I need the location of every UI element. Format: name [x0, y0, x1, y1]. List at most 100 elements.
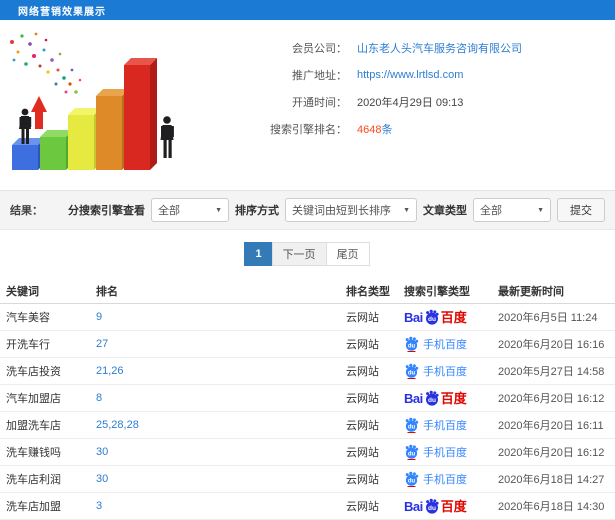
table-row: 开洗车行 27 云网站 Bai du 百度: [0, 331, 615, 358]
promo-url-link[interactable]: https://www.lrtlsd.com: [357, 69, 463, 81]
table-row: 洗车店投资 21,26 云网站 Bai du 百度: [0, 358, 615, 385]
mobile-baidu-paw-icon: du: [404, 336, 419, 352]
member-company-link[interactable]: 山东老人头汽车服务咨询有限公司: [357, 40, 522, 56]
engine-cell: Bai du 百度: [404, 417, 498, 433]
submit-button[interactable]: 提交: [557, 198, 605, 222]
mobile-baidu-text: 手机百度: [423, 366, 467, 378]
mobile-baidu-text: 手机百度: [423, 420, 467, 432]
keyword-cell: 开洗车行: [6, 339, 50, 351]
engine-cell: Bai du 百度: [404, 309, 498, 325]
mobile-baidu-paw-icon: du: [404, 417, 419, 433]
svg-text:du: du: [408, 343, 416, 349]
table-row: 加盟洗车店 25,28,28 云网站 Bai du 百度: [0, 412, 615, 439]
baidu-cn-text: 百度: [440, 390, 467, 406]
article-type-label: 文章类型: [423, 205, 467, 217]
mobile-baidu-paw-icon: du: [404, 363, 419, 379]
last-page-button[interactable]: 尾页: [325, 242, 370, 266]
rank-cell: 27: [96, 338, 109, 350]
rank-type-cell: 云网站: [346, 474, 379, 486]
mobile-baidu-paw-icon: du: [404, 444, 419, 460]
keyword-cell: 加盟洗车店: [6, 420, 61, 432]
sort-filter-label: 排序方式: [235, 205, 279, 217]
engine-rank-value: 4648条: [357, 121, 392, 137]
baidu-bai-text: Bai: [404, 390, 423, 406]
open-time-value: 2020年4月29日 09:13: [357, 96, 464, 109]
page-button-current[interactable]: 1: [244, 242, 273, 266]
engine-filter-label: 分搜索引擎查看: [68, 205, 145, 217]
header-engine-type: 搜索引擎类型: [404, 285, 470, 298]
result-label: 结果：: [10, 205, 43, 217]
keyword-cell: 洗车店加盟: [6, 501, 61, 513]
baidu-paw-icon: du: [424, 390, 440, 406]
keyword-cell: 洗车店利润: [6, 474, 61, 486]
bar-chart-illustration: [0, 20, 182, 188]
engine-rank-label: 搜索引擎排名：: [270, 123, 347, 136]
rank-cell: 30: [96, 473, 109, 485]
table-body: 汽车美容 9 云网站 Bai du 百度 2020年6月5日 11:24 开洗车…: [0, 304, 615, 520]
next-page-button[interactable]: 下一页: [271, 242, 327, 266]
rank-cell: 21,26: [96, 365, 124, 377]
keyword-cell: 汽车美容: [6, 312, 50, 324]
update-time-cell: 2020年6月20日 16:16: [498, 339, 605, 351]
engine-cell: Bai du 百度: [404, 471, 498, 487]
up-arrow-icon: [31, 96, 47, 129]
baidu-cn-text: 百度: [440, 309, 467, 325]
rank-cell: 25,28,28: [96, 419, 139, 431]
baidu-cn-text: 百度: [440, 498, 467, 514]
article-type-value: 全部: [480, 205, 502, 217]
update-time-cell: 2020年6月20日 16:12: [498, 447, 605, 459]
article-type-select[interactable]: 全部 ▼: [473, 198, 551, 222]
table-row: 汽车美容 9 云网站 Bai du 百度 2020年6月5日 11:24: [0, 304, 615, 331]
header-rank-type: 排名类型: [346, 285, 390, 298]
rank-cell: 30: [96, 446, 109, 458]
chevron-down-icon: ▼: [215, 206, 222, 214]
rank-cell: 8: [96, 392, 103, 404]
results-table: 关键词 排名 排名类型 搜索引擎类型 最新更新时间 汽车美容 9 云网站 Bai…: [0, 278, 615, 520]
update-time-cell: 2020年6月5日 11:24: [498, 312, 598, 324]
rank-type-cell: 云网站: [346, 312, 379, 324]
svg-text:du: du: [428, 316, 436, 323]
update-time-cell: 2020年6月20日 16:12: [498, 393, 605, 405]
rank-type-cell: 云网站: [346, 501, 379, 513]
company-info: 会员公司： 山东老人头汽车服务咨询有限公司 推广地址： https://www.…: [182, 20, 615, 190]
rank-type-cell: 云网站: [346, 393, 379, 405]
promo-url-row: 推广地址： https://www.lrtlsd.com: [182, 61, 615, 88]
baidu-bai-text: Bai: [404, 309, 423, 325]
confetti-dots: [10, 32, 82, 94]
keyword-cell: 洗车赚钱吗: [6, 447, 61, 459]
promo-url-label: 推广地址：: [292, 69, 347, 82]
rank-cell: 3: [96, 500, 103, 512]
sort-select[interactable]: 关键词由短到长排序 ▼: [285, 198, 417, 222]
engine-cell: Bai du 百度: [404, 390, 498, 406]
mobile-baidu-logo: du 手机百度: [404, 336, 498, 352]
svg-text:du: du: [428, 397, 436, 404]
businessman-right: [160, 116, 174, 158]
rank-type-cell: 云网站: [346, 366, 379, 378]
table-row: 洗车赚钱吗 30 云网站 Bai du 百度: [0, 439, 615, 466]
table-row: 洗车店利润 30 云网站 Bai du 百度: [0, 466, 615, 493]
engine-cell: Bai du 百度: [404, 498, 498, 514]
update-time-cell: 2020年6月20日 16:11: [498, 420, 604, 432]
engine-cell: Bai du 百度: [404, 444, 498, 460]
svg-text:du: du: [408, 451, 416, 457]
rank-cell: 9: [96, 311, 103, 323]
mobile-baidu-logo: du 手机百度: [404, 471, 498, 487]
filter-controls: 分搜索引擎查看 全部 ▼ 排序方式 关键词由短到长排序 ▼ 文章类型 全部 ▼ …: [68, 198, 605, 222]
open-time-label: 开通时间：: [292, 96, 347, 109]
pagination: 1 下一页 尾页: [0, 230, 615, 278]
chevron-down-icon: ▼: [537, 206, 544, 214]
engine-select[interactable]: 全部 ▼: [151, 198, 229, 222]
table-row: 汽车加盟店 8 云网站 Bai du 百度 2020年6月20日 16:12: [0, 385, 615, 412]
update-time-cell: 2020年6月18日 14:30: [498, 501, 605, 513]
mobile-baidu-logo: du 手机百度: [404, 363, 498, 379]
rank-unit: 条: [381, 123, 393, 136]
svg-text:du: du: [408, 478, 416, 484]
sort-select-value: 关键词由短到长排序: [292, 205, 391, 217]
header-update-time: 最新更新时间: [498, 285, 564, 298]
open-time-row: 开通时间： 2020年4月29日 09:13: [182, 88, 615, 115]
keyword-cell: 洗车店投资: [6, 366, 61, 378]
top-section: 会员公司： 山东老人头汽车服务咨询有限公司 推广地址： https://www.…: [0, 20, 615, 190]
rank-type-cell: 云网站: [346, 420, 379, 432]
baidu-logo: Bai du 百度: [404, 390, 498, 406]
svg-text:du: du: [428, 505, 436, 512]
